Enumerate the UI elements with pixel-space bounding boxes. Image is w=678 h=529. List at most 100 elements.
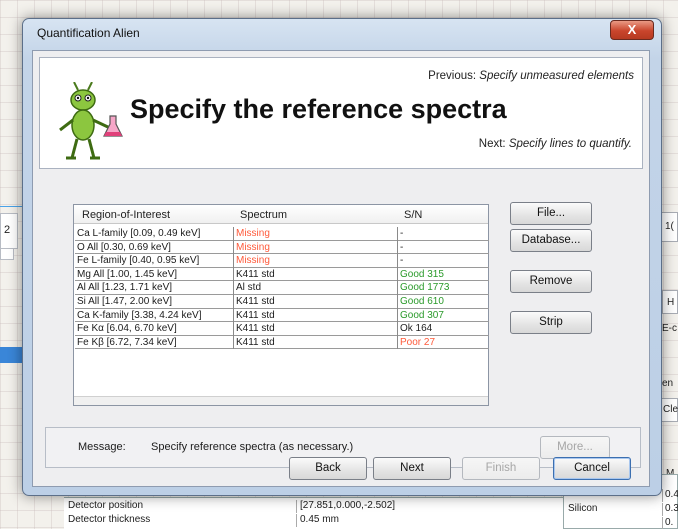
- column-divider: [296, 514, 297, 527]
- background-label: E-c: [662, 323, 677, 334]
- next-step: Next: Specify lines to quantify.: [479, 138, 632, 150]
- roi-cell: Fe Kβ [6.72, 7.34 keV]: [77, 336, 177, 348]
- roi-cell: Mg All [1.00, 1.45 keV]: [77, 268, 178, 280]
- background-properties-table: Detector position [27.851,0.000,-2.502] …: [64, 497, 564, 529]
- remove-button[interactable]: Remove: [510, 270, 592, 293]
- column-divider: [397, 254, 398, 268]
- sn-cell: Good 1773: [400, 282, 450, 294]
- column-divider: [397, 322, 398, 336]
- column-divider: [296, 500, 297, 513]
- column-header-roi[interactable]: Region-of-Interest: [82, 209, 170, 221]
- column-divider: [233, 322, 234, 336]
- sn-cell: -: [400, 228, 404, 239]
- table-row[interactable]: Fe Kα [6.04, 6.70 keV] K411 std Ok 164: [75, 322, 489, 336]
- message-text: Specify reference spectra (as necessary.…: [151, 441, 354, 453]
- background-box: 1(: [660, 212, 678, 242]
- roi-cell: Si All [1.47, 2.00 keV]: [77, 295, 173, 307]
- column-divider: [397, 308, 398, 323]
- property-name: Detector position: [68, 500, 144, 511]
- dialog-body: Previous: Specify unmeasured elements Sp…: [32, 50, 650, 487]
- table-row[interactable]: Si All [1.47, 2.00 keV] K411 std Good 610: [75, 294, 489, 309]
- back-button[interactable]: Back: [289, 457, 367, 480]
- close-button[interactable]: X: [610, 20, 654, 40]
- table-row: Detector position [27.851,0.000,-2.502]: [64, 500, 564, 513]
- roi-cell: Fe L-family [0.40, 0.95 keV]: [77, 255, 200, 267]
- column-divider: [233, 254, 234, 268]
- spectrum-cell: Missing: [236, 255, 270, 267]
- background-label: 1(: [665, 221, 674, 232]
- horizontal-scrollbar[interactable]: [74, 396, 488, 405]
- column-divider: [662, 489, 663, 502]
- element-value: 0.: [665, 517, 674, 528]
- strip-button[interactable]: Strip: [510, 311, 592, 334]
- roi-cell: Al All [1.23, 1.71 keV]: [77, 282, 173, 294]
- spectrum-cell: K411 std: [236, 336, 275, 348]
- background-button: Clea: [660, 398, 678, 422]
- table-row: Detector thickness 0.45 mm: [64, 514, 564, 527]
- column-divider: [233, 308, 234, 323]
- spectrum-cell: K411 std: [236, 309, 275, 321]
- column-header-sn[interactable]: S/N: [404, 209, 422, 221]
- table-row[interactable]: Al All [1.23, 1.71 keV] Al std Good 1773: [75, 281, 489, 295]
- roi-cell: O All [0.30, 0.69 keV]: [77, 241, 171, 253]
- background-checkbox: [0, 248, 14, 260]
- background-label: en: [662, 378, 674, 389]
- message-label: Message:: [78, 441, 126, 453]
- next-button[interactable]: Next: [373, 457, 451, 480]
- column-divider: [397, 281, 398, 295]
- cancel-button[interactable]: Cancel: [553, 457, 631, 480]
- sn-cell: -: [400, 255, 404, 267]
- background-field: 2: [0, 213, 18, 249]
- database-button[interactable]: Database...: [510, 229, 592, 252]
- sn-cell: Poor 27: [400, 336, 436, 348]
- column-divider: [397, 240, 398, 255]
- property-value: [27.851,0.000,-2.502]: [300, 500, 396, 511]
- file-button[interactable]: File...: [510, 202, 592, 225]
- column-divider: [662, 503, 663, 516]
- previous-step-value: Specify unmeasured elements: [479, 70, 634, 82]
- roi-cell: Ca L-family [0.09, 0.49 keV]: [77, 228, 201, 239]
- table-row[interactable]: Mg All [1.00, 1.45 keV] K411 std Good 315: [75, 267, 489, 282]
- column-divider: [662, 517, 663, 529]
- previous-step-label: Previous:: [428, 70, 477, 82]
- next-step-label: Next:: [478, 138, 506, 150]
- roi-table-body: Ca L-family [0.09, 0.49 keV] Missing - O Al…: [75, 227, 489, 350]
- spectrum-cell: Missing: [236, 228, 270, 239]
- finish-button[interactable]: Finish: [462, 457, 540, 480]
- table-row[interactable]: Fe L-family [0.40, 0.95 keV] Missing -: [75, 254, 489, 268]
- element-value: 0.4: [665, 489, 678, 500]
- column-divider: [233, 335, 234, 350]
- table-row[interactable]: Ca L-family [0.09, 0.49 keV] Missing -: [75, 227, 489, 241]
- page-title: Specify the reference spectra: [130, 94, 507, 124]
- element-value: 0.3: [665, 503, 678, 514]
- background-field-value: 2: [4, 224, 11, 236]
- column-divider: [397, 335, 398, 350]
- quantification-alien-dialog: Quantification Alien X Previous: Specify…: [22, 18, 662, 496]
- column-divider: [397, 267, 398, 282]
- wizard-header: Previous: Specify unmeasured elements Sp…: [39, 57, 643, 169]
- table-row[interactable]: O All [0.30, 0.69 keV] Missing -: [75, 240, 489, 255]
- sn-cell: Good 307: [400, 309, 444, 321]
- column-divider: [233, 227, 234, 241]
- spectrum-cell: K411 std: [236, 268, 275, 280]
- background-box: H: [662, 290, 678, 314]
- roi-table-header: Region-of-Interest Spectrum S/N: [74, 205, 488, 224]
- column-divider: [233, 240, 234, 255]
- roi-cell: Fe Kα [6.04, 6.70 keV]: [77, 323, 177, 335]
- column-divider: [397, 294, 398, 309]
- window-title: Quantification Alien: [37, 26, 140, 40]
- table-row: Silicon 0.3: [564, 503, 678, 516]
- spectrum-cell: K411 std: [236, 323, 275, 335]
- more-button[interactable]: More...: [540, 436, 610, 459]
- column-divider: [233, 294, 234, 309]
- next-step-value: Specify lines to quantify.: [508, 138, 632, 150]
- property-name: Detector thickness: [68, 514, 151, 525]
- sn-cell: Ok 164: [400, 323, 433, 335]
- roi-table[interactable]: Region-of-Interest Spectrum S/N Ca L-fam…: [73, 204, 489, 406]
- column-divider: [397, 227, 398, 241]
- sn-cell: Good 610: [400, 295, 444, 307]
- table-row[interactable]: Fe Kβ [6.72, 7.34 keV] K411 std Poor 27: [75, 335, 489, 350]
- sn-cell: -: [400, 241, 404, 253]
- column-header-spectrum[interactable]: Spectrum: [240, 209, 287, 221]
- table-row[interactable]: Ca K-family [3.38, 4.24 keV] K411 std Good…: [75, 308, 489, 323]
